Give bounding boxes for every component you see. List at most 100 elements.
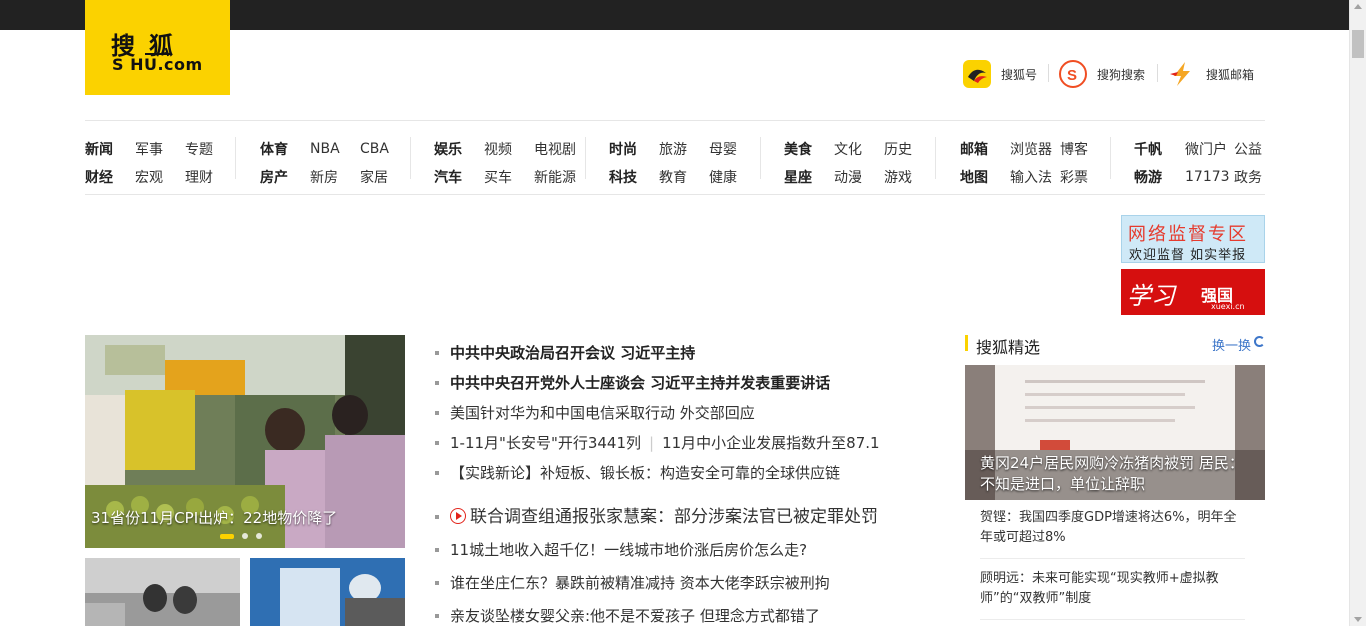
nav-link[interactable]: 浏览器: [1010, 139, 1060, 159]
nav-link[interactable]: 电视剧: [534, 139, 576, 159]
sohu-logo[interactable]: 搜狐 S HU.com: [85, 0, 230, 95]
news-thumbnail[interactable]: [250, 558, 405, 626]
nav-divider: [235, 137, 236, 179]
nav-divider: [935, 137, 936, 179]
quicklink-sogou-search[interactable]: S 搜狗搜索: [1059, 59, 1145, 89]
nav-link[interactable]: 财经: [85, 167, 135, 187]
sohu-mail-icon: [1168, 60, 1196, 88]
news-item[interactable]: 11城土地收入超千亿！一线城市地价涨后房价怎么走?: [433, 537, 923, 567]
headline-item[interactable]: 中共中央政治局召开会议 习近平主持: [433, 340, 923, 370]
nav-link[interactable]: CBA: [360, 141, 389, 157]
nav-link[interactable]: 家居: [360, 167, 388, 187]
nav-link[interactable]: 地图: [960, 167, 1010, 187]
nav-link[interactable]: 历史: [884, 139, 912, 159]
nav-link[interactable]: 视频: [484, 139, 534, 159]
svg-text:S: S: [1067, 67, 1077, 84]
news-thumbnail[interactable]: [85, 558, 240, 626]
nav-link[interactable]: 宏观: [135, 167, 185, 187]
nav-link[interactable]: 健康: [709, 167, 737, 187]
nav-link[interactable]: 动漫: [834, 167, 884, 187]
nav-link[interactable]: 买车: [484, 167, 534, 187]
nav-link[interactable]: 17173: [1185, 169, 1234, 185]
news-item[interactable]: 谁在坐庄仁东？暴跌前被精准减持 资本大佬李跃宗被刑拘: [433, 570, 923, 600]
nav-link[interactable]: 理财: [185, 167, 213, 187]
nav-link[interactable]: 新能源: [534, 167, 576, 187]
nav-link[interactable]: 新房: [310, 167, 360, 187]
divider: [1048, 64, 1049, 82]
nav-link[interactable]: 军事: [135, 139, 185, 159]
quicklink-sohu-hao[interactable]: 搜狐号: [963, 59, 1037, 89]
divider: |: [649, 434, 655, 452]
headline-list: 中共中央政治局召开会议 习近平主持 中共中央召开党外人士座谈会 习近平主持并发表…: [433, 340, 923, 626]
nav-divider: [1110, 137, 1111, 179]
thumbnail-image: [85, 558, 240, 626]
nav-link[interactable]: 星座: [784, 167, 834, 187]
news-item[interactable]: 美国针对华为和中国电信采取行动 外交部回应: [433, 400, 923, 430]
hero-caption[interactable]: 31省份11月CPI出炉：22地物价降了: [91, 507, 337, 528]
carousel-dot[interactable]: [242, 533, 248, 539]
nav-link[interactable]: 输入法: [1010, 167, 1060, 187]
nav-link[interactable]: 房产: [260, 167, 310, 187]
nav-link[interactable]: NBA: [310, 141, 360, 157]
nav-link[interactable]: 时尚: [609, 139, 659, 159]
hero-carousel[interactable]: 31省份11月CPI出炉：22地物价降了: [85, 335, 405, 548]
nav-link[interactable]: 游戏: [884, 167, 912, 187]
carousel-dot[interactable]: [256, 533, 262, 539]
xuexi-banner[interactable]: 学习 强国 xuexi.cn: [1121, 269, 1265, 315]
thumbnail-image: [250, 558, 405, 626]
nav-link[interactable]: 教育: [659, 167, 709, 187]
featured-item[interactable]: 贺铿：我国四季度GDP增速将达6%，明年全年或可超过8%: [980, 508, 1245, 559]
section-accent-bar: [965, 335, 968, 351]
nav-link[interactable]: 彩票: [1060, 167, 1088, 187]
scrollbar[interactable]: [1349, 0, 1366, 626]
nav-link[interactable]: 新闻: [85, 139, 135, 159]
banner-subtitle: 欢迎监督 如实举报: [1129, 248, 1247, 263]
nav-link[interactable]: 旅游: [659, 139, 709, 159]
nav-group: 新闻 军事 专题 财经 宏观 理财: [85, 135, 213, 191]
nav-link[interactable]: 美食: [784, 139, 834, 159]
nav-link[interactable]: 畅游: [1134, 167, 1185, 187]
news-item[interactable]: 亲友谈坠楼女婴父亲:他不是不爱孩子 但理念方式都错了: [433, 603, 923, 626]
news-link[interactable]: 11月中小企业发展指数升至87.1: [662, 434, 880, 452]
nav-link[interactable]: 科技: [609, 167, 659, 187]
news-item[interactable]: 联合调查组通报张家慧案：部分涉案法官已被定罪处罚: [433, 504, 923, 534]
featured-list: 贺铿：我国四季度GDP增速将达6%，明年全年或可超过8% 顾明远：未来可能实现“…: [980, 508, 1245, 626]
net-supervision-banner[interactable]: 网络监督专区 欢迎监督 如实举报: [1121, 215, 1265, 263]
carousel-dot[interactable]: [220, 533, 234, 539]
quicklink-label: 搜狗搜索: [1097, 67, 1146, 82]
nav-link[interactable]: 体育: [260, 139, 310, 159]
nav-link[interactable]: 母婴: [709, 139, 737, 159]
nav-link[interactable]: 微门户: [1185, 139, 1234, 159]
nav-group: 美食 文化 历史 星座 动漫 游戏: [784, 135, 912, 191]
banner-title: 网络监督专区: [1128, 224, 1248, 245]
nav-divider: [760, 137, 761, 179]
news-link[interactable]: 1-11月"长安号"开行3441列: [450, 434, 641, 452]
featured-item[interactable]: 顾明远：未来可能实现“现实教师+虚拟教师”的“双教师”制度: [980, 569, 1245, 620]
news-link: 联合调查组通报张家慧案：部分涉案法官已被定罪处罚: [470, 507, 878, 527]
nav-link[interactable]: 文化: [834, 139, 884, 159]
news-item: 1-11月"长安号"开行3441列 | 11月中小企业发展指数升至87.1: [433, 430, 923, 460]
refresh-icon[interactable]: [1254, 336, 1265, 347]
nav-link[interactable]: 千帆: [1134, 139, 1185, 159]
nav-link[interactable]: 娱乐: [434, 139, 484, 159]
refresh-button[interactable]: 换一换: [1212, 335, 1251, 354]
nav-link[interactable]: 邮箱: [960, 139, 1010, 159]
quicklink-label: 搜狐邮箱: [1206, 67, 1255, 82]
news-item[interactable]: 【实践新论】补短板、锻长板：构造安全可靠的全球供应链: [433, 460, 923, 490]
nav-link[interactable]: 博客: [1060, 139, 1088, 159]
nav-group: 千帆 微门户 公益 畅游 17173 政务: [1134, 135, 1262, 191]
scroll-thumb[interactable]: [1352, 30, 1364, 58]
featured-image-card[interactable]: 黄冈24户居民网购冷冻猪肉被罚 居民：不知是进口，单位让辞职: [965, 365, 1265, 500]
divider: [1157, 64, 1158, 82]
nav-link[interactable]: 公益: [1234, 139, 1262, 159]
nav-link[interactable]: 政务: [1234, 167, 1262, 187]
nav-link[interactable]: 汽车: [434, 167, 484, 187]
video-play-icon: [450, 508, 466, 524]
headline-item[interactable]: 中共中央召开党外人士座谈会 习近平主持并发表重要讲话: [433, 370, 923, 400]
scroll-down-arrow-icon[interactable]: [1354, 617, 1362, 622]
featured-header: 搜狐精选 换一换: [965, 334, 1265, 357]
nav-link[interactable]: 专题: [185, 139, 213, 159]
logo-en-text: S HU.com: [112, 55, 203, 74]
quicklink-sohu-mail[interactable]: 搜狐邮箱: [1168, 59, 1254, 89]
scroll-up-arrow-icon[interactable]: [1354, 4, 1362, 9]
